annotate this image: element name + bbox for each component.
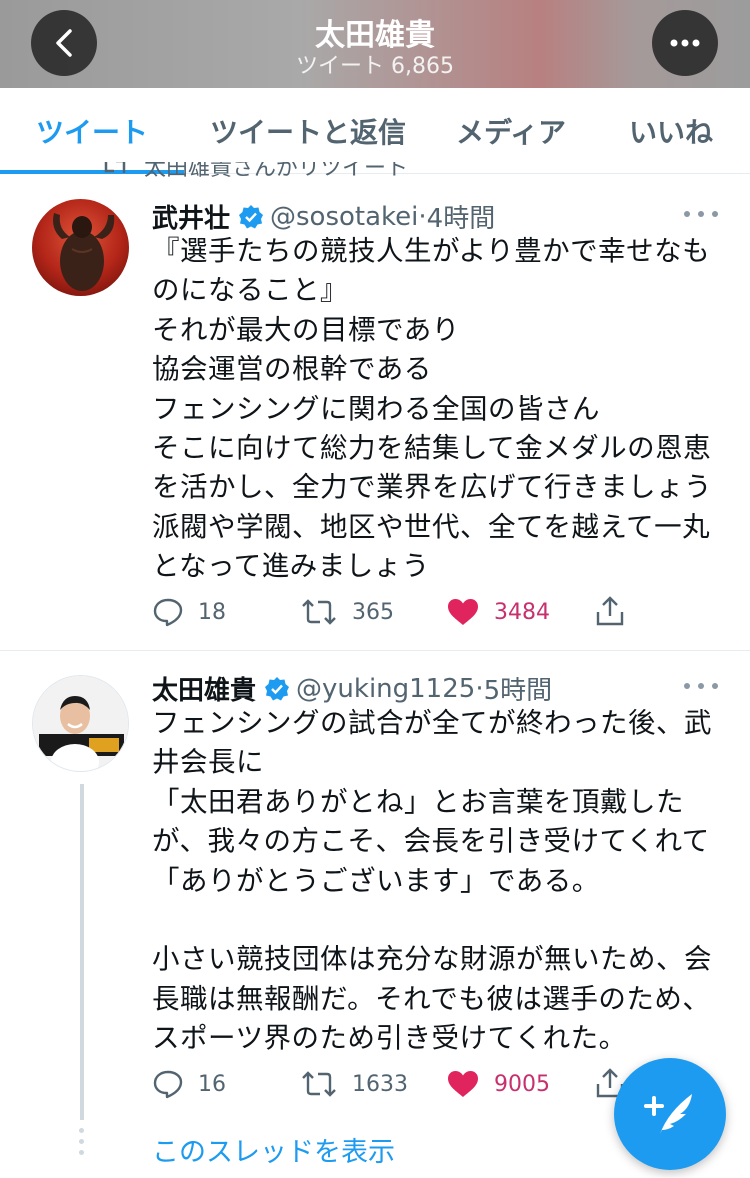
avatar-sosotakei[interactable] xyxy=(32,199,129,296)
author-handle[interactable]: @sosotakei xyxy=(270,202,418,232)
show-thread-link[interactable]: このスレッドを表示 xyxy=(152,1130,395,1169)
thread-line xyxy=(80,784,84,1120)
retweet-count: 1633 xyxy=(352,1071,408,1097)
verified-icon xyxy=(238,204,264,230)
thread-dots xyxy=(79,1128,85,1161)
more-icon xyxy=(670,39,700,47)
tweet-count: ツイート 6,865 xyxy=(296,54,454,79)
retweet-button[interactable]: 1633 xyxy=(300,1066,408,1102)
compose-icon xyxy=(644,1094,692,1134)
retweet-icon xyxy=(302,1071,336,1097)
reply-count: 18 xyxy=(198,599,226,625)
reply-icon xyxy=(153,1070,183,1099)
author-name[interactable]: 武井壮 xyxy=(152,198,230,235)
tweet-divider xyxy=(0,650,750,651)
tweet-actions: 16 1633 9005 xyxy=(152,1066,632,1102)
dot-separator: · xyxy=(418,201,427,232)
heart-icon xyxy=(448,599,478,625)
retweet-small-icon xyxy=(104,162,126,173)
retweet-context: 太田雄貴さんがリツイート xyxy=(100,162,500,184)
author-name[interactable]: 太田雄貴 xyxy=(152,670,256,707)
tweet-menu-button[interactable] xyxy=(684,676,718,696)
like-count: 3484 xyxy=(494,599,550,625)
tweet-author-row: 太田雄貴 @yuking1125 · 5時間 xyxy=(152,670,552,707)
tweet-author-row: 武井壮 @sosotakei · 4時間 xyxy=(152,198,495,235)
profile-header: 太田雄貴 ツイート 6,865 xyxy=(0,0,750,88)
verified-icon xyxy=(264,676,290,702)
author-handle[interactable]: @yuking1125 xyxy=(296,674,475,704)
tweet-text: フェンシングの試合が全てが終わった後、武井会長に 「太田君ありがとね」とお言葉を… xyxy=(152,707,712,1055)
tweet-time[interactable]: 4時間 xyxy=(427,198,496,235)
like-button[interactable]: 9005 xyxy=(446,1066,550,1102)
reply-count: 16 xyxy=(198,1071,226,1097)
reply-button[interactable]: 18 xyxy=(152,594,226,630)
like-button[interactable]: 3484 xyxy=(446,594,550,630)
avatar-yuking1125[interactable] xyxy=(32,675,129,772)
retweet-context-text: 太田雄貴さんがリツイート xyxy=(144,162,409,181)
tweet-menu-button[interactable] xyxy=(684,204,718,224)
reply-icon xyxy=(153,598,183,627)
retweet-icon xyxy=(302,599,336,625)
share-button[interactable] xyxy=(594,594,626,630)
retweet-button[interactable]: 365 xyxy=(300,594,394,630)
tweet-actions: 18 365 3484 xyxy=(152,594,632,630)
retweet-count: 365 xyxy=(352,599,394,625)
compose-tweet-button[interactable] xyxy=(614,1058,726,1170)
like-count: 9005 xyxy=(494,1071,550,1097)
tweet-text: 『選手たちの競技人生がより豊かで幸せなものになること』 それが最大の目標であり … xyxy=(152,235,712,583)
tab-likes[interactable]: いいね xyxy=(612,88,730,174)
heart-icon xyxy=(448,1071,478,1097)
reply-button[interactable]: 16 xyxy=(152,1066,226,1102)
more-button[interactable] xyxy=(652,10,718,76)
share-icon xyxy=(596,596,624,626)
dot-separator: · xyxy=(475,673,484,704)
tweet-time[interactable]: 5時間 xyxy=(484,670,553,707)
